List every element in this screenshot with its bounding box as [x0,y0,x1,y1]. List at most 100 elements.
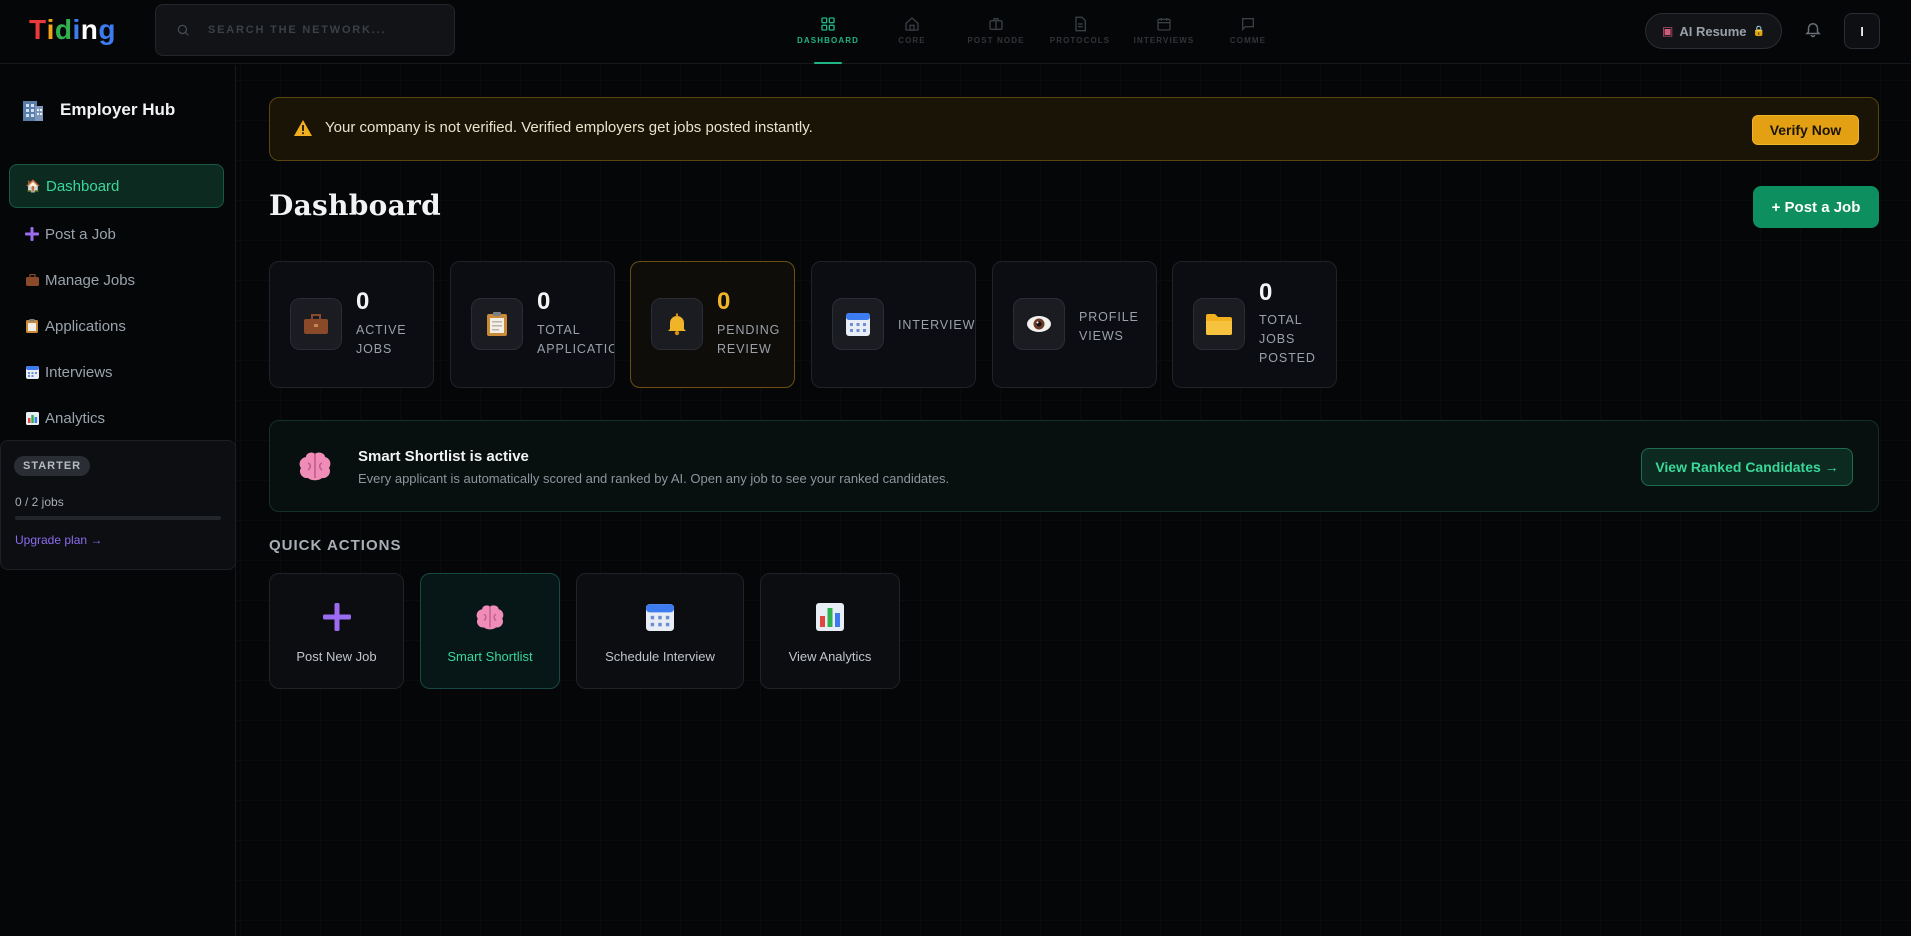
search-box[interactable] [155,4,455,56]
post-job-button[interactable]: + Post a Job [1753,186,1879,228]
clipboard-icon [471,298,523,350]
plus-icon [322,602,352,632]
brain-icon [299,452,331,481]
sidebar-item-label: Manage Jobs [45,271,136,289]
stat-label-line: VIEWS [1079,329,1124,343]
stat-label: PROFILE VIEWS [1079,308,1156,346]
stat-label-line: INTERVIEWS [898,318,976,332]
quick-action-label: View Analytics [788,649,872,664]
sidebar-item-label: Analytics [45,409,106,427]
logo-letter: T [29,14,47,45]
eye-icon [1013,298,1065,350]
quick-action-smart-shortlist[interactable]: Smart Shortlist [420,573,560,689]
sidebar-item-interviews[interactable]: Interviews [9,350,224,394]
view-ranked-candidates-button[interactable]: View Ranked Candidates → [1641,448,1853,486]
top-nav: DASHBOARD CORE POST NODE PROTOCOLS INTER… [786,0,1290,64]
plan-badge: STARTER [14,456,91,476]
bell-icon [1805,23,1821,38]
stat-label: PENDING REVIEW [717,321,794,359]
nav-interviews[interactable]: INTERVIEWS [1122,0,1206,64]
logo-letter: n [80,14,99,45]
quick-action-view-analytics[interactable]: View Analytics [760,573,900,689]
nav-label: COMME [1229,36,1267,45]
search-input[interactable] [208,24,428,36]
home-icon [905,17,919,31]
verification-alert: Your company is not verified. Verified e… [269,97,1879,161]
chat-icon [1242,18,1254,31]
sidebar: Employer Hub 🏠 Dashboard Post a Job Mana… [0,65,236,936]
building-icon [23,101,43,121]
nav-protocols[interactable]: PROTOCOLS [1038,0,1122,64]
upgrade-plan-link[interactable]: Upgrade plan → [15,533,102,547]
stat-label-line: TOTAL [1259,313,1303,327]
ai-resume-label: AI Resume [1679,23,1747,39]
stat-card-active-jobs: 0 ACTIVE JOBS [269,261,434,388]
sidebar-brand: Employer Hub [20,97,175,123]
sidebar-item-dashboard[interactable]: 🏠 Dashboard [9,164,224,208]
sidebar-item-manage-jobs[interactable]: Manage Jobs [9,258,224,302]
briefcase-icon [25,273,39,287]
sidebar-item-label: Applications [45,317,126,335]
nav-label: CORE [898,36,926,45]
stat-label: TOTAL APPLICATIO [537,321,615,359]
logo-letter: i [46,14,55,45]
logo-letter: d [54,14,73,45]
nav-core[interactable]: CORE [870,0,954,64]
quick-action-schedule-interview[interactable]: Schedule Interview [576,573,744,689]
stat-label-line: JOBS [1259,332,1296,346]
stat-label: INTERVIEWS [898,316,976,335]
user-initial: I [1860,23,1864,39]
nav-label: INTERVIEWS [1133,36,1195,45]
bell-icon [651,298,703,350]
stat-label-line: REVIEW [717,342,772,356]
chart-icon [25,411,39,425]
verify-now-button[interactable]: Verify Now [1752,115,1859,145]
stat-value: 0 [717,288,731,315]
notifications-button[interactable] [1804,20,1822,43]
stat-value: 0 [537,288,551,315]
stat-value: 0 [1259,279,1273,306]
clipboard-icon [25,319,39,333]
lock-icon: 🔒 [1752,25,1765,37]
sidebar-item-label: Dashboard [46,177,120,195]
sidebar-item-label: Interviews [45,363,113,381]
ai-resume-button[interactable]: ▣ AI Resume 🔒 [1645,13,1782,49]
sidebar-item-analytics[interactable]: Analytics [9,396,224,440]
calendar-icon [645,602,675,632]
quick-actions-heading: QUICK ACTIONS [269,537,402,554]
top-bar: Tiding DASHBOARD CORE POST NODE PROTOCOL… [0,0,1911,64]
stat-label-line: POSTED [1259,351,1316,365]
stat-label-line: APPLICATIO [537,342,615,356]
folder-icon [1193,298,1245,350]
document-icon [1075,16,1086,32]
quick-action-post-new-job[interactable]: Post New Job [269,573,404,689]
user-avatar-button[interactable]: I [1844,13,1880,49]
search-icon [177,24,189,36]
calendar-icon [832,298,884,350]
logo-letter: i [72,14,81,45]
brain-icon [475,602,505,632]
nav-label: POST NODE [967,36,1025,45]
sidebar-item-applications[interactable]: Applications [9,304,224,348]
nav-dashboard[interactable]: DASHBOARD [786,0,870,64]
stat-card-interviews: INTERVIEWS [811,261,976,388]
sidebar-item-post-job[interactable]: Post a Job [9,212,224,256]
stat-card-total-jobs-posted: 0 TOTAL JOBS POSTED [1172,261,1337,388]
stat-label-line: PROFILE [1079,310,1139,324]
stat-card-total-applications: 0 TOTAL APPLICATIO [450,261,615,388]
calendar-icon [1157,18,1171,31]
sidebar-title: Employer Hub [60,100,176,119]
quick-action-label: Smart Shortlist [447,649,533,664]
stat-card-profile-views: PROFILE VIEWS [992,261,1157,388]
sidebar-item-label: Post a Job [45,225,116,243]
robot-icon: ▣ [1662,24,1674,38]
nav-post-node[interactable]: POST NODE [954,0,1038,64]
stat-label: TOTAL JOBS POSTED [1259,311,1336,368]
stat-label-line: JOBS [356,342,393,356]
nav-label: PROTOCOLS [1049,36,1111,45]
stat-label-line: TOTAL [537,323,581,337]
stat-label: ACTIVE JOBS [356,321,433,359]
logo[interactable]: Tiding [29,14,116,46]
briefcase-icon [989,18,1003,30]
nav-community[interactable]: COMME [1206,0,1290,64]
